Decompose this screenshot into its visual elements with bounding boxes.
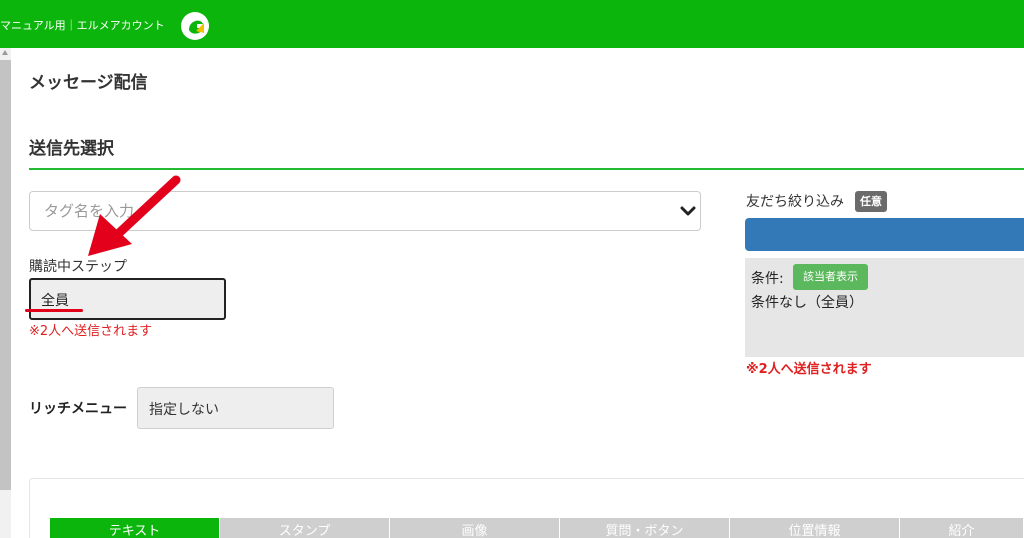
friends-filter-label: 友だち絞り込み xyxy=(746,194,844,210)
optional-badge: 任意 xyxy=(855,191,887,212)
scroll-up-icon[interactable] xyxy=(2,50,8,55)
tab-location[interactable]: 位置情報 xyxy=(730,518,900,538)
step-recipient-count-note: ※2人へ送信されます xyxy=(29,324,153,339)
section-divider xyxy=(29,168,1024,170)
subscribed-step-select[interactable]: 全員 xyxy=(29,278,226,320)
tab-stamp[interactable]: スタンプ xyxy=(220,518,390,538)
top-header-bar: マニュアル用｜エルメアカウント xyxy=(0,0,1024,48)
tab-introduction[interactable]: 紹介 xyxy=(900,518,1024,538)
message-type-tabs: テキスト スタンプ 画像 質問・ボタン 位置情報 紹介 xyxy=(50,518,1024,538)
rich-menu-label: リッチメニュー xyxy=(29,401,127,417)
condition-value: 条件なし（全員） xyxy=(751,295,863,311)
condition-label: 条件: xyxy=(751,271,784,287)
l-message-logo-icon[interactable] xyxy=(180,11,210,41)
page-scrollbar[interactable] xyxy=(0,48,11,538)
friends-recipient-count-note: ※2人へ送信されます xyxy=(746,362,872,377)
tab-text[interactable]: テキスト xyxy=(50,518,220,538)
chevron-down-icon[interactable] xyxy=(680,204,696,218)
condition-panel: 条件: 該当者表示 条件なし（全員） xyxy=(745,258,1024,357)
rich-menu-select[interactable]: 指定しない xyxy=(137,387,334,429)
tab-image[interactable]: 画像 xyxy=(390,518,560,538)
subscribed-step-value: 全員 xyxy=(41,293,69,309)
rich-menu-value: 指定しない xyxy=(149,402,219,418)
highlight-underline xyxy=(25,309,83,312)
scrollbar-thumb[interactable] xyxy=(0,60,11,490)
page-title: メッセージ配信 xyxy=(29,73,148,93)
red-arrow-icon xyxy=(88,175,181,256)
friends-filter-button[interactable] xyxy=(745,218,1024,251)
tab-question-button[interactable]: 質問・ボタン xyxy=(560,518,730,538)
account-name[interactable]: マニュアル用｜エルメアカウント xyxy=(0,17,165,33)
section-title: 送信先選択 xyxy=(29,139,114,159)
show-targets-button[interactable]: 該当者表示 xyxy=(793,264,868,290)
